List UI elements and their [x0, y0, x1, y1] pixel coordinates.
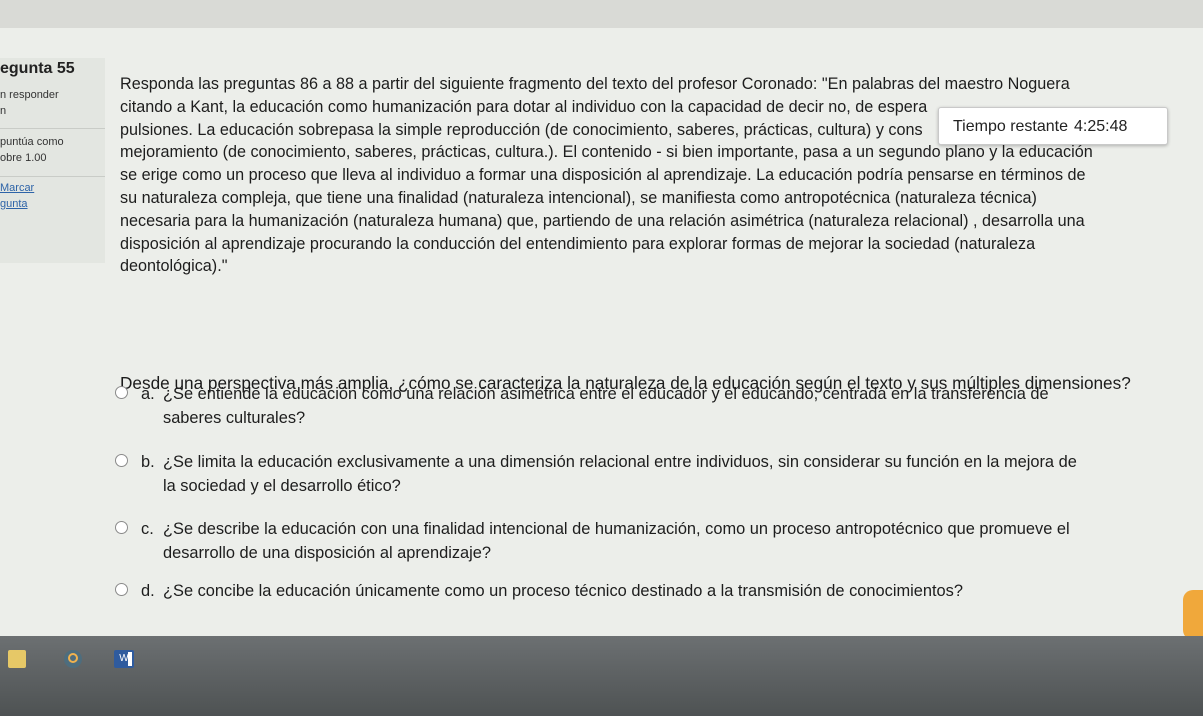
- option-line: saberes culturales?: [163, 409, 306, 427]
- option-line: la sociedad y el desarrollo ético?: [163, 477, 401, 495]
- time-remaining-box: Tiempo restante 4:25:48: [938, 107, 1168, 145]
- flag-question-link[interactable]: Marcar: [0, 182, 34, 194]
- option-text: ¿Se limita la educación exclusivamente a…: [163, 450, 1153, 498]
- info-divider: [0, 176, 105, 177]
- option-letter: a.: [141, 385, 155, 403]
- question-line: deontológica).": [120, 257, 228, 276]
- search-icon[interactable]: [64, 650, 82, 668]
- option-letter: b.: [141, 453, 155, 471]
- quiz-page: egunta 55 n responder n puntúa como obre…: [0, 28, 1203, 640]
- question-line: Responda las preguntas 86 a 88 a partir …: [120, 75, 1070, 93]
- store-icon[interactable]: [8, 650, 26, 668]
- option-line: ¿Se describe la educación con una finali…: [163, 520, 1070, 538]
- radio-button-d[interactable]: [115, 583, 128, 596]
- radio-button-c[interactable]: [115, 521, 128, 534]
- option-line: ¿Se concibe la educación únicamente como…: [163, 582, 963, 600]
- radio-button-a[interactable]: [115, 386, 128, 399]
- word-icon[interactable]: W: [114, 650, 134, 668]
- option-text: ¿Se describe la educación con una finali…: [163, 517, 1153, 565]
- option-text: ¿Se entiende la educación como una relac…: [163, 382, 1153, 430]
- option-letter: d.: [141, 582, 155, 600]
- taskbar: W: [0, 636, 1203, 716]
- quiz-navigation-tab[interactable]: [1183, 590, 1203, 640]
- question-text: Responda las preguntas 86 a 88 a partir …: [120, 73, 1150, 278]
- option-line: ¿Se entiende la educación como una relac…: [163, 385, 1049, 403]
- option-line: desarrollo de una disposición al aprendi…: [163, 544, 492, 562]
- radio-button-b[interactable]: [115, 454, 128, 467]
- question-status: n responder: [0, 89, 59, 101]
- timer-value: 4:25:48: [1074, 118, 1128, 135]
- question-line: se erige como un proceso que lleva al in…: [120, 166, 1086, 185]
- option-line: ¿Se limita la educación exclusivamente a…: [163, 453, 1077, 471]
- question-info-panel: egunta 55 n responder n puntúa como obre…: [0, 58, 105, 263]
- timer-label: Tiempo restante: [953, 118, 1069, 135]
- question-line: disposición al aprendizaje procurando la…: [120, 234, 1036, 253]
- info-divider: [0, 128, 105, 129]
- score-value: obre 1.00: [0, 152, 47, 164]
- question-line: su naturaleza compleja, que tiene una fi…: [120, 188, 1037, 207]
- flag-question-link-cont[interactable]: gunta: [0, 198, 28, 210]
- question-line: necesaria para la humanización (naturale…: [120, 211, 1085, 230]
- option-letter: c.: [141, 520, 154, 538]
- question-number: egunta 55: [0, 60, 75, 77]
- score-label: puntúa como: [0, 136, 64, 148]
- question-status-cont: n: [0, 105, 7, 117]
- option-text: ¿Se concibe la educación únicamente como…: [163, 579, 1153, 603]
